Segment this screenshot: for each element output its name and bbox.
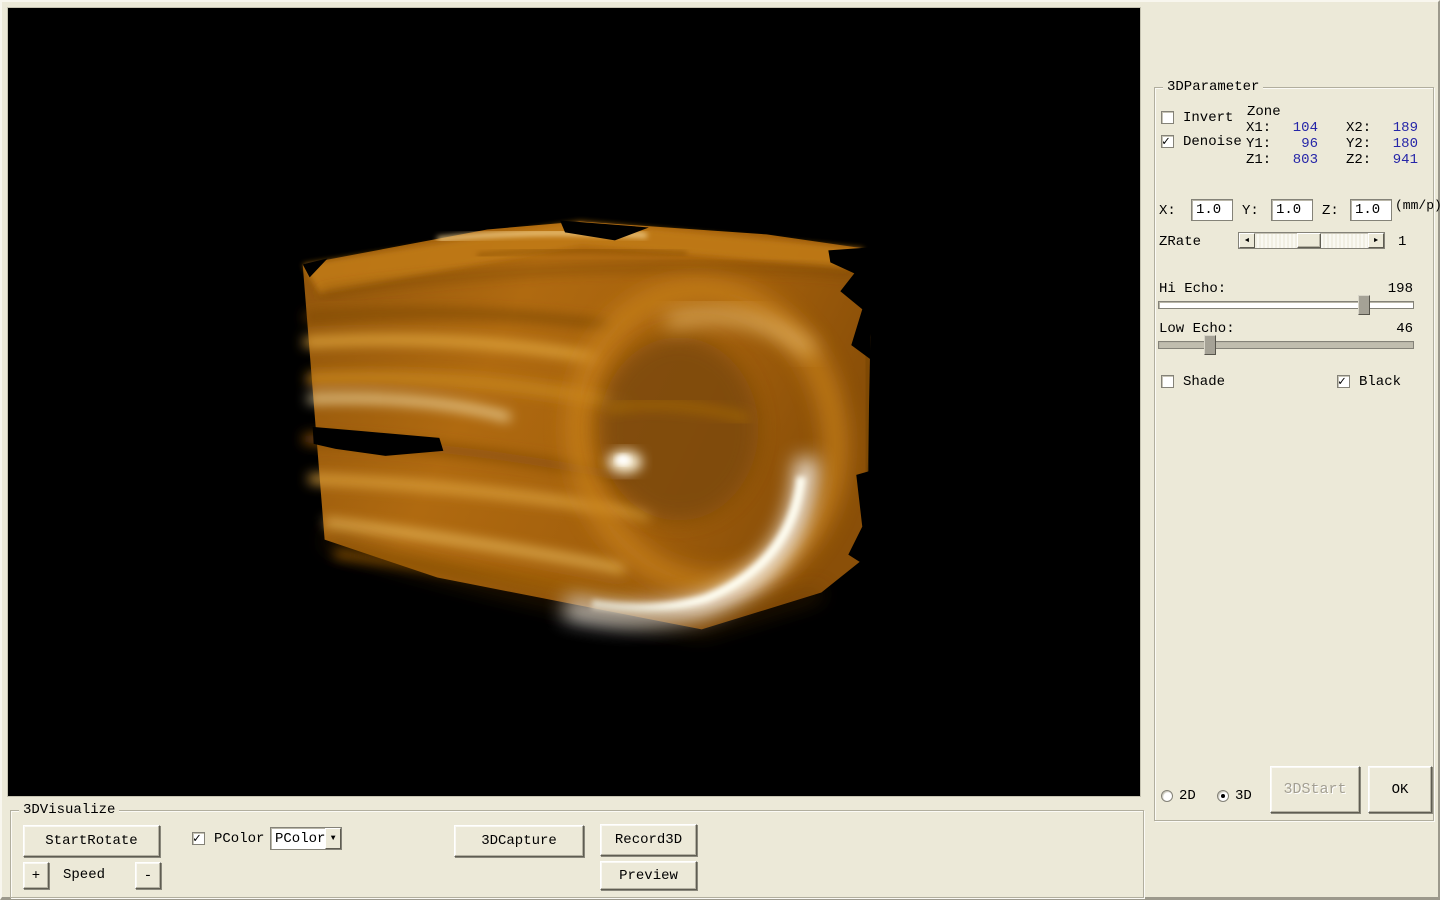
low-echo-track[interactable] [1158, 341, 1414, 349]
parameter-groupbox: 3DParameter Invert Denoise Zone X1:104X2… [1154, 87, 1434, 821]
zone-x2-value: 189 [1378, 120, 1418, 136]
render-viewport[interactable] [7, 7, 1141, 797]
invert-checkbox[interactable] [1161, 111, 1174, 124]
denoise-checkbox[interactable] [1161, 135, 1174, 148]
zrate-scrollbar[interactable]: ◄ ► [1238, 232, 1385, 249]
black-checkbox[interactable] [1337, 375, 1350, 388]
scale-z-input[interactable] [1350, 199, 1392, 221]
visualize-groupbox: 3DVisualize StartRotate + Speed - PColor… [10, 810, 1144, 898]
scale-y-label: Y: [1242, 203, 1259, 219]
scale-unit-label: (mm/p) [1395, 198, 1440, 214]
hi-echo-label: Hi Echo: [1159, 281, 1226, 297]
zone-label: Zone [1247, 104, 1281, 120]
low-echo-thumb[interactable] [1204, 335, 1216, 355]
preview-button[interactable]: Preview [600, 861, 697, 890]
app-window: { "viewport": { "description": "3D ultra… [0, 0, 1440, 900]
denoise-label: Denoise [1183, 134, 1242, 150]
zone-y1-label: Y1: [1246, 136, 1278, 152]
scale-y-input[interactable] [1271, 199, 1313, 221]
shade-checkbox[interactable] [1161, 375, 1174, 388]
speed-label: Speed [63, 867, 105, 883]
zone-y2-value: 180 [1378, 136, 1418, 152]
zone-z1-value: 803 [1278, 152, 1318, 168]
scale-z-label: Z: [1322, 203, 1339, 219]
zone-y1-value: 96 [1278, 136, 1318, 152]
zone-row-x: X1:104 X2:189 [1246, 120, 1418, 136]
zone-row-y: Y1:96 Y2:180 [1246, 136, 1418, 152]
capture-button[interactable]: 3DCapture [454, 825, 584, 857]
zrate-label: ZRate [1159, 234, 1201, 250]
ok-button[interactable]: OK [1368, 766, 1432, 813]
zrate-scroll-thumb[interactable] [1297, 233, 1321, 248]
hi-echo-value: 198 [1383, 281, 1413, 297]
mode-3d-radio[interactable] [1217, 790, 1229, 802]
start-rotate-button[interactable]: StartRotate [23, 825, 160, 857]
visualize-group-title: 3DVisualize [19, 802, 119, 818]
zone-x1-label: X1: [1246, 120, 1278, 136]
hi-echo-slider[interactable] [1158, 300, 1414, 310]
mode-3d-label: 3D [1235, 788, 1252, 804]
zone-y2-label: Y2: [1346, 136, 1378, 152]
scale-x-input[interactable] [1191, 199, 1233, 221]
parameter-group-title: 3DParameter [1163, 79, 1263, 95]
pcolor-dropdown-value: PColor [271, 831, 325, 847]
start3d-button[interactable]: 3DStart [1270, 766, 1360, 813]
low-echo-slider[interactable] [1158, 340, 1414, 350]
pcolor-dropdown[interactable]: PColor ▼ [270, 827, 342, 850]
zone-z2-label: Z2: [1346, 152, 1378, 168]
zone-x2-label: X2: [1346, 120, 1378, 136]
hi-echo-thumb[interactable] [1358, 295, 1370, 315]
zone-x1-value: 104 [1278, 120, 1318, 136]
dropdown-arrow-icon[interactable]: ▼ [325, 828, 341, 849]
pcolor-checkbox[interactable] [192, 832, 205, 845]
zone-z2-value: 941 [1378, 152, 1418, 168]
zrate-scroll-right-icon[interactable]: ► [1368, 233, 1384, 248]
mode-2d-label: 2D [1179, 788, 1196, 804]
speed-minus-button[interactable]: - [135, 862, 161, 889]
shade-label: Shade [1183, 374, 1225, 390]
mode-2d-radio[interactable] [1161, 790, 1173, 802]
record-button[interactable]: Record3D [600, 824, 697, 856]
zrate-scroll-left-icon[interactable]: ◄ [1239, 233, 1255, 248]
hi-echo-track[interactable] [1158, 301, 1414, 309]
black-label: Black [1359, 374, 1401, 390]
low-echo-value: 46 [1383, 321, 1413, 337]
zrate-value: 1 [1398, 234, 1406, 250]
scale-x-label: X: [1159, 203, 1176, 219]
invert-label: Invert [1183, 110, 1233, 126]
zone-z1-label: Z1: [1246, 152, 1278, 168]
zone-row-z: Z1:803 Z2:941 [1246, 152, 1418, 168]
speed-plus-button[interactable]: + [23, 862, 49, 889]
ultrasound-volume [8, 8, 1140, 796]
low-echo-label: Low Echo: [1159, 321, 1235, 337]
pcolor-label: PColor [214, 831, 264, 847]
